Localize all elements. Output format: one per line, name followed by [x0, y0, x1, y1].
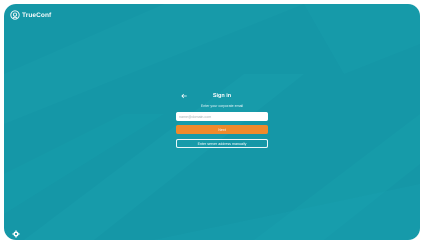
signin-header: Sign in: [176, 92, 268, 100]
arrow-left-icon[interactable]: [180, 92, 188, 100]
signin-panel: Sign in Enter your corporate email Next …: [176, 92, 268, 148]
app-logo: TrueConf: [10, 10, 51, 20]
trueconf-logo-icon: [10, 10, 20, 20]
enter-server-manually-button[interactable]: Enter server address manually: [176, 139, 268, 148]
page-title: Sign in: [212, 93, 232, 99]
email-field[interactable]: [176, 112, 268, 121]
logo-text: TrueConf: [22, 11, 52, 19]
app-window: TrueConf Sign in Enter your corporate em…: [4, 4, 420, 240]
gear-icon[interactable]: [12, 230, 20, 238]
next-button[interactable]: Next: [176, 125, 268, 134]
signin-subtitle: Enter your corporate email: [200, 104, 244, 108]
